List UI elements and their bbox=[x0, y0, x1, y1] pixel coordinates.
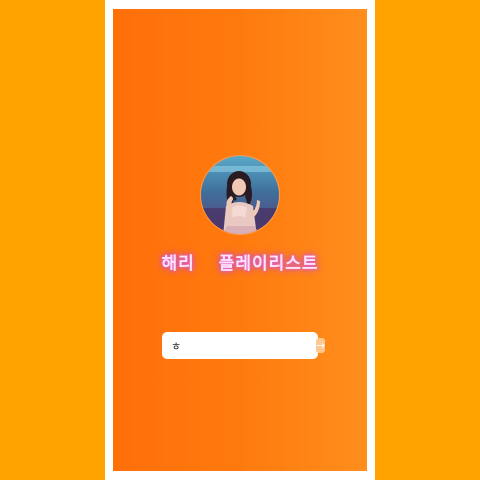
app-screen: 해리 플레이리스트 → bbox=[113, 9, 367, 471]
search-bar: → bbox=[162, 332, 326, 359]
title-playlist: 플레이리스트 bbox=[218, 254, 319, 274]
playlist-title: 해리 플레이리스트 bbox=[113, 249, 367, 274]
title-name: 해리 bbox=[161, 254, 195, 274]
singer-photo bbox=[201, 156, 279, 234]
phone-frame: 해리 플레이리스트 → bbox=[105, 0, 375, 480]
search-input[interactable] bbox=[171, 332, 316, 359]
arrow-right-icon: → bbox=[316, 339, 326, 352]
profile-avatar bbox=[200, 155, 280, 235]
submit-button[interactable]: → bbox=[316, 338, 326, 353]
